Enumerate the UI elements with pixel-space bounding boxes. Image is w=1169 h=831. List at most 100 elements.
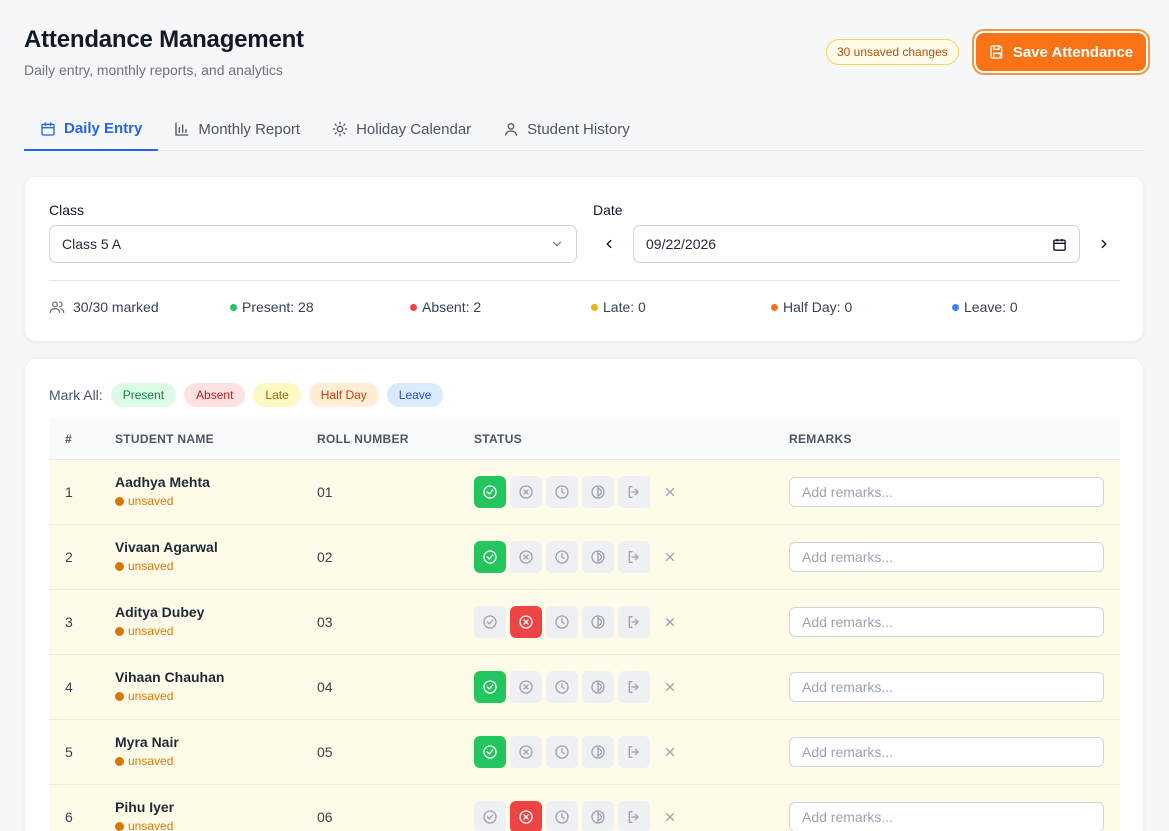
late-dot (591, 303, 598, 311)
mark-absent-button[interactable] (510, 476, 542, 508)
close-icon (665, 747, 675, 757)
mark-leave-button[interactable] (618, 606, 650, 638)
table-row: 5 Myra Nair unsaved 05 (49, 720, 1120, 785)
chevron-left-icon (606, 239, 612, 249)
mark-late-button[interactable] (546, 476, 578, 508)
date-input[interactable]: 09/22/2026 (633, 225, 1080, 263)
clear-status-button[interactable] (654, 736, 686, 768)
unsaved-label: unsaved (128, 754, 174, 768)
mark-present-button[interactable] (474, 476, 506, 508)
unsaved-indicator: unsaved (115, 819, 174, 831)
tab-monthly-report[interactable]: Monthly Report (158, 108, 316, 150)
mark-late-button[interactable] (546, 606, 578, 638)
save-attendance-button[interactable]: Save Attendance (976, 33, 1146, 71)
half-circle-icon (591, 485, 605, 499)
remarks-input[interactable] (789, 672, 1104, 702)
clear-status-button[interactable] (654, 671, 686, 703)
tab-label: Holiday Calendar (356, 120, 472, 138)
mark-all-late-button[interactable]: Late (253, 383, 301, 407)
remarks-input[interactable] (789, 802, 1104, 831)
mark-all-label: Mark All: (49, 387, 103, 403)
mark-leave-button[interactable] (618, 541, 650, 573)
student-cell: Aadhya Mehta unsaved (115, 474, 210, 508)
mark-late-button[interactable] (546, 671, 578, 703)
next-date-button[interactable] (1094, 234, 1114, 254)
student-cell: Vivaan Agarwal unsaved (115, 539, 218, 573)
remarks-input[interactable] (789, 542, 1104, 572)
attendance-summary: 30/30 marked Present: 28 Absent: 2 Late:… (49, 299, 1120, 319)
mark-absent-button[interactable] (510, 736, 542, 768)
remarks-input[interactable] (789, 737, 1104, 767)
mark-present-button[interactable] (474, 736, 506, 768)
mark-half-day-button[interactable] (582, 671, 614, 703)
clear-status-button[interactable] (654, 801, 686, 831)
unsaved-dot (115, 561, 124, 571)
mark-late-button[interactable] (546, 541, 578, 573)
header-status: STATUS (474, 432, 523, 446)
date-input-value: 09/22/2026 (646, 236, 717, 252)
mark-present-button[interactable] (474, 606, 506, 638)
user-icon (505, 123, 518, 136)
mark-all-half-day-button[interactable]: Half Day (308, 383, 379, 407)
clock-icon (555, 615, 569, 629)
unsaved-indicator: unsaved (115, 754, 179, 768)
class-select[interactable]: Class 5 A (49, 225, 577, 263)
mark-all-present-button[interactable]: Present (110, 383, 177, 407)
mark-leave-button[interactable] (618, 736, 650, 768)
check-circle-icon (483, 485, 497, 499)
mark-half-day-button[interactable] (582, 476, 614, 508)
mark-leave-button[interactable] (618, 476, 650, 508)
unsaved-dot (115, 756, 124, 766)
log-out-icon (628, 616, 639, 628)
mark-late-button[interactable] (546, 801, 578, 831)
page-subtitle: Daily entry, monthly reports, and analyt… (24, 62, 283, 78)
late-count-text: Late: 0 (603, 299, 646, 315)
x-circle-icon (519, 810, 533, 824)
mark-late-button[interactable] (546, 736, 578, 768)
x-circle-icon (519, 485, 533, 499)
log-out-icon (628, 551, 639, 563)
mark-all-absent-button[interactable]: Absent (184, 383, 246, 407)
clear-status-button[interactable] (654, 476, 686, 508)
table-row: 1 Aadhya Mehta unsaved 01 (49, 460, 1120, 525)
calendar-icon (41, 121, 55, 136)
mark-absent-button[interactable] (510, 606, 542, 638)
status-buttons (474, 671, 686, 703)
student-name: Myra Nair (115, 734, 179, 750)
remarks-input[interactable] (789, 607, 1104, 637)
half-day-count-text: Half Day: 0 (783, 299, 853, 315)
student-name: Aditya Dubey (115, 604, 205, 620)
tab-daily-entry[interactable]: Daily Entry (24, 108, 159, 151)
mark-absent-button[interactable] (510, 671, 542, 703)
mark-leave-button[interactable] (618, 671, 650, 703)
status-buttons (474, 606, 686, 638)
mark-absent-button[interactable] (510, 801, 542, 831)
mark-half-day-button[interactable] (582, 606, 614, 638)
mark-absent-button[interactable] (510, 541, 542, 573)
tab-student-history[interactable]: Student History (487, 108, 646, 150)
clear-status-button[interactable] (654, 606, 686, 638)
mark-all-leave-button[interactable]: Leave (386, 383, 444, 407)
mark-half-day-button[interactable] (582, 736, 614, 768)
save-icon (990, 45, 1003, 59)
mark-half-day-button[interactable] (582, 801, 614, 831)
leave-dot (952, 303, 959, 311)
log-out-icon (628, 811, 639, 823)
tab-holiday-calendar[interactable]: Holiday Calendar (316, 108, 487, 150)
mark-half-day-button[interactable] (582, 541, 614, 573)
student-name: Pihu Iyer (115, 799, 175, 815)
clock-icon (555, 680, 569, 694)
unsaved-indicator: unsaved (115, 624, 204, 638)
clear-status-button[interactable] (654, 541, 686, 573)
mark-present-button[interactable] (474, 671, 506, 703)
mark-leave-button[interactable] (618, 801, 650, 831)
header-remarks: REMARKS (789, 432, 852, 446)
calendar-picker-icon[interactable] (1052, 237, 1067, 252)
mark-present-button[interactable] (474, 541, 506, 573)
previous-date-button[interactable] (599, 234, 619, 254)
row-number: 1 (65, 484, 73, 500)
mark-present-button[interactable] (474, 801, 506, 831)
save-attendance-label: Save Attendance (1012, 43, 1134, 61)
remarks-input[interactable] (789, 477, 1104, 507)
attendance-card: Mark All: Present Absent Late Half Day L… (24, 358, 1144, 831)
